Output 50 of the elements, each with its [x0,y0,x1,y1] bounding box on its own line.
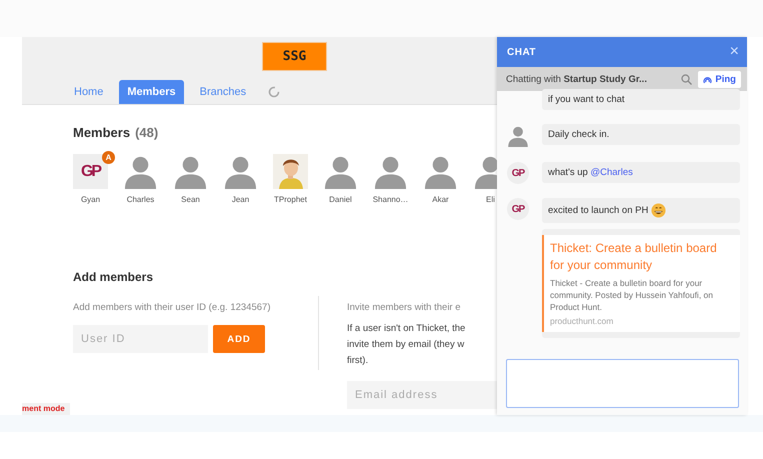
person-silhouette-icon [323,154,358,189]
invite-note: If a user isn't on Thicket, the invite them by email (they w first). [347,322,466,368]
group-logo: SSG [262,42,327,71]
person-silhouette-icon [173,154,208,189]
chat-message: excited to launch on PH [542,198,740,223]
search-icon[interactable] [681,74,692,84]
mode-badge: ment mode [22,403,70,415]
member-name: Charles [126,195,154,204]
member-name: Sean [181,195,200,204]
add-button[interactable]: ADD [213,325,265,353]
group-logo-avatar: GP [507,162,529,184]
close-button[interactable]: × [730,43,739,61]
user-id-field[interactable]: User ID [73,325,208,353]
chat-message: what's up @Charles [542,162,740,183]
link-preview-card[interactable]: Thicket: Create a bulletin board for your community Thicket - Create a bulletin board for your community. Posted by Hussein Yahfoufi, on Product Hunt. producthunt.com [542,235,740,332]
admin-badge: A [102,151,115,164]
member-name: Eli [486,195,495,204]
cartoon-avatar-drawing [273,154,308,189]
person-silhouette-icon [423,154,458,189]
member-name: Gyan [80,195,100,204]
member-name: Akar [432,195,449,204]
person-silhouette-icon [123,154,158,189]
chat-subtitle: Chatting with Startup Study Gr... [506,74,648,84]
ping-button[interactable]: Ping [698,70,741,88]
message-input-field[interactable] [506,359,739,408]
hint-text: Add members with their user ID (e.g. 1234567) [73,302,272,313]
chat-message: if you want to chat [542,89,740,110]
link-description: Thicket - Create a bulletin board for your community. Posted by Hussein Yahfoufi, on Product Hunt. [550,277,714,313]
member-name: Shanno… [372,195,408,204]
broadcast-icon [703,74,712,84]
person-silhouette-icon [507,124,529,148]
email-field[interactable]: Email address [347,381,497,409]
link-domain: producthunt.com [550,316,614,326]
member-name: TProphet [274,195,307,204]
member-count: (48) [135,125,158,140]
loading-spinner-icon [268,86,280,98]
nav-tab[interactable]: Home [66,80,112,104]
nav-tab[interactable]: Branches [192,80,254,104]
link-title[interactable]: Thicket: Create a bulletin board for your community [550,240,734,274]
member-name: Jean [232,195,250,204]
hint-text: Invite members with their e [347,302,462,313]
chat-title: CHAT [507,46,536,58]
nav-tab[interactable]: Members [119,80,184,104]
group-logo-avatar: GP [507,198,529,220]
chat-message: Daily check in. [542,124,740,145]
section-title: Members [73,125,130,140]
section-title: Add members [73,270,154,284]
person-silhouette-icon [223,154,258,189]
member-name: Daniel [329,195,352,204]
person-silhouette-icon [373,154,408,189]
